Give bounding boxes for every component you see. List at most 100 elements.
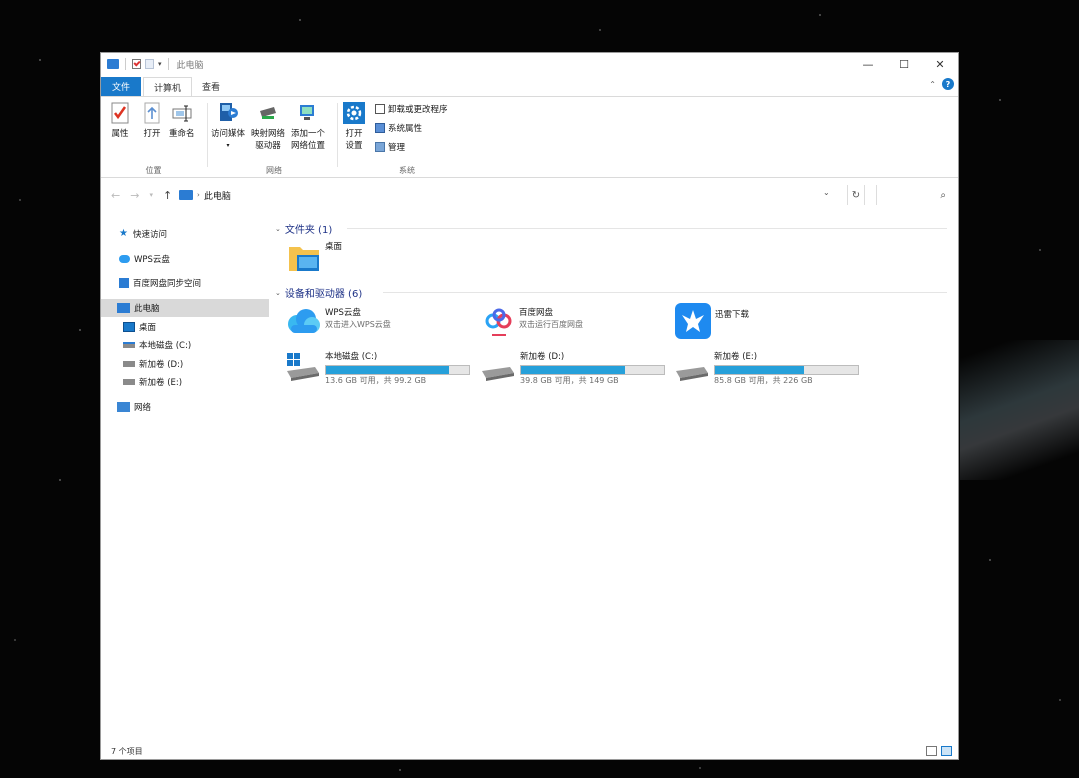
nav-item-drive-c[interactable]: 本地磁盘 (C:): [101, 336, 269, 354]
uninstall-program-button[interactable]: 卸载或更改程序: [375, 103, 448, 115]
desktop-icon: [123, 322, 135, 332]
help-icon[interactable]: ?: [942, 78, 954, 90]
details-view-icon[interactable]: [926, 746, 937, 756]
add-network-location-button[interactable]: 添加一个 网络位置: [291, 101, 325, 152]
nav-item-this-pc[interactable]: 此电脑: [101, 299, 269, 317]
tile-text: 百度网盘 双击运行百度网盘: [519, 307, 583, 331]
group-label-system: 系统: [399, 166, 415, 175]
nav-item-desktop[interactable]: 桌面: [101, 318, 269, 336]
ribbon-tabs: 文件 计算机 查看 ⌃ ?: [101, 77, 958, 96]
ribbon-group-location: 属性 打开 重命名 位置: [101, 97, 206, 179]
drive-free-space: 39.8 GB 可用，共 149 GB: [520, 376, 619, 385]
drive-icon: [123, 379, 135, 385]
section-divider: [383, 292, 947, 293]
access-media-button[interactable]: 访问媒体 ▾: [211, 101, 245, 152]
drive-usage-fill: [326, 366, 449, 374]
address-bar[interactable]: › 此电脑: [179, 185, 841, 205]
system-properties-button[interactable]: 系统属性: [375, 122, 422, 134]
new-folder-quick-icon[interactable]: [145, 59, 154, 69]
search-input[interactable]: [877, 185, 937, 205]
file-explorer-window: ▾ 此电脑 — ☐ ✕ 文件 计算机 查看 ⌃ ? 属性 打开 重命名 位置 访…: [100, 52, 959, 760]
section-header-folders[interactable]: ⌄ 文件夹 (1): [275, 221, 333, 237]
drive-usage-bar: [520, 365, 665, 375]
refresh-button[interactable]: ↻: [847, 185, 865, 205]
baidu-sync-icon: [119, 278, 129, 288]
open-button[interactable]: 打开: [141, 101, 163, 140]
customize-toolbar-chevron-icon[interactable]: ▾: [158, 60, 162, 68]
nav-item-drive-e[interactable]: 新加卷 (E:): [101, 373, 269, 391]
breadcrumb-chevron-icon[interactable]: ›: [197, 191, 200, 199]
tiles-view-icon[interactable]: [941, 746, 952, 756]
tab-file[interactable]: 文件: [101, 77, 141, 96]
up-arrow-icon[interactable]: ↑: [163, 189, 172, 202]
section-header-devices[interactable]: ⌄ 设备和驱动器 (6): [275, 285, 362, 301]
nav-item-baidu-sync[interactable]: 百度网盘同步空间: [101, 274, 269, 292]
properties-quick-icon[interactable]: [132, 59, 141, 69]
refresh-icon: ↻: [851, 189, 861, 201]
folder-tile-desktop[interactable]: 桌面: [287, 241, 342, 275]
tab-view[interactable]: 查看: [192, 77, 230, 96]
minimize-button[interactable]: —: [850, 53, 886, 75]
forward-arrow-icon[interactable]: →: [130, 189, 139, 202]
ribbon-group-network: 访问媒体 ▾ 映射网络 驱动器 添加一个 网络位置 网络: [209, 97, 339, 179]
window-title: 此电脑: [176, 60, 204, 71]
nav-item-drive-d[interactable]: 新加卷 (D:): [101, 355, 269, 373]
uninstall-icon: [375, 104, 385, 114]
recent-locations-chevron-icon[interactable]: ▾: [149, 191, 153, 199]
ribbon: 属性 打开 重命名 位置 访问媒体 ▾ 映射网络 驱动器 添加一个 网络位置 网…: [101, 96, 958, 178]
nav-arrows: ← → ▾ ↑: [101, 189, 172, 202]
star-icon: ★: [119, 228, 128, 239]
nav-item-network[interactable]: 网络: [101, 398, 269, 416]
gear-icon: [343, 101, 365, 125]
drive-tile-d[interactable]: 新加卷 (D:) 39.8 GB 可用，共 149 GB: [480, 351, 665, 387]
open-icon: [141, 101, 163, 125]
nav-item-label: 百度网盘同步空间: [133, 279, 202, 289]
drive-icon: [482, 367, 514, 381]
nav-item-label: 网络: [134, 403, 152, 413]
nav-item-quick-access[interactable]: ★ 快速访问: [101, 225, 269, 243]
toolbar-divider: [125, 58, 126, 70]
system-drive-icon: [287, 353, 319, 381]
address-dropdown-chevron-icon[interactable]: ⌄: [823, 188, 830, 197]
rename-icon: [171, 101, 193, 125]
map-network-drive-button[interactable]: 映射网络 驱动器: [251, 101, 285, 152]
maximize-button[interactable]: ☐: [886, 53, 922, 75]
nav-item-label: 桌面: [139, 323, 157, 333]
breadcrumb-this-pc[interactable]: 此电脑: [204, 189, 231, 202]
tab-computer[interactable]: 计算机: [143, 77, 193, 96]
app-tile-wps-cloud[interactable]: WPS云盘 双击进入WPS云盘: [285, 307, 391, 337]
section-title: 文件夹 (1): [284, 225, 333, 236]
system-properties-label: 系统属性: [388, 124, 423, 134]
drive-free-space: 13.6 GB 可用，共 99.2 GB: [325, 376, 427, 385]
open-settings-label-2: 设置: [345, 141, 363, 151]
drive-name: 新加卷 (E:): [714, 352, 758, 362]
manage-button[interactable]: 管理: [375, 141, 405, 153]
system-properties-icon: [375, 123, 385, 133]
drive-tile-c[interactable]: 本地磁盘 (C:) 13.6 GB 可用，共 99.2 GB: [285, 351, 470, 387]
properties-button[interactable]: 属性: [109, 101, 131, 140]
tile-name: 桌面: [325, 242, 343, 252]
collapse-ribbon-chevron-icon[interactable]: ⌃: [929, 80, 936, 89]
app-tile-baidu-netdisk[interactable]: 百度网盘 双击运行百度网盘: [483, 307, 583, 341]
search-box[interactable]: ⌕: [876, 185, 950, 205]
open-settings-button[interactable]: 打开 设置: [343, 101, 365, 152]
manage-icon: [375, 142, 385, 152]
computer-icon: [117, 303, 130, 313]
nav-item-label: WPS云盘: [134, 255, 170, 265]
network-icon: [117, 402, 130, 412]
drive-tile-e[interactable]: 新加卷 (E:) 85.8 GB 可用，共 226 GB: [674, 351, 859, 387]
xunlei-bird-icon: [675, 303, 711, 339]
rename-label: 重命名: [169, 129, 195, 139]
section-divider: [347, 228, 947, 229]
nav-item-label: 快速访问: [133, 230, 168, 240]
nav-item-wps-cloud[interactable]: WPS云盘: [101, 250, 269, 268]
tile-text: 本地磁盘 (C:) 13.6 GB 可用，共 99.2 GB: [325, 351, 470, 387]
back-arrow-icon[interactable]: ←: [111, 189, 120, 202]
map-drive-label-2: 驱动器: [255, 141, 281, 151]
close-button[interactable]: ✕: [922, 53, 958, 75]
nav-item-label: 本地磁盘 (C:): [139, 341, 192, 351]
drive-usage-fill: [715, 366, 804, 374]
app-tile-xunlei[interactable]: 迅雷下载: [675, 303, 749, 339]
tile-subtitle: 双击运行百度网盘: [519, 320, 583, 329]
rename-button[interactable]: 重命名: [169, 101, 195, 140]
